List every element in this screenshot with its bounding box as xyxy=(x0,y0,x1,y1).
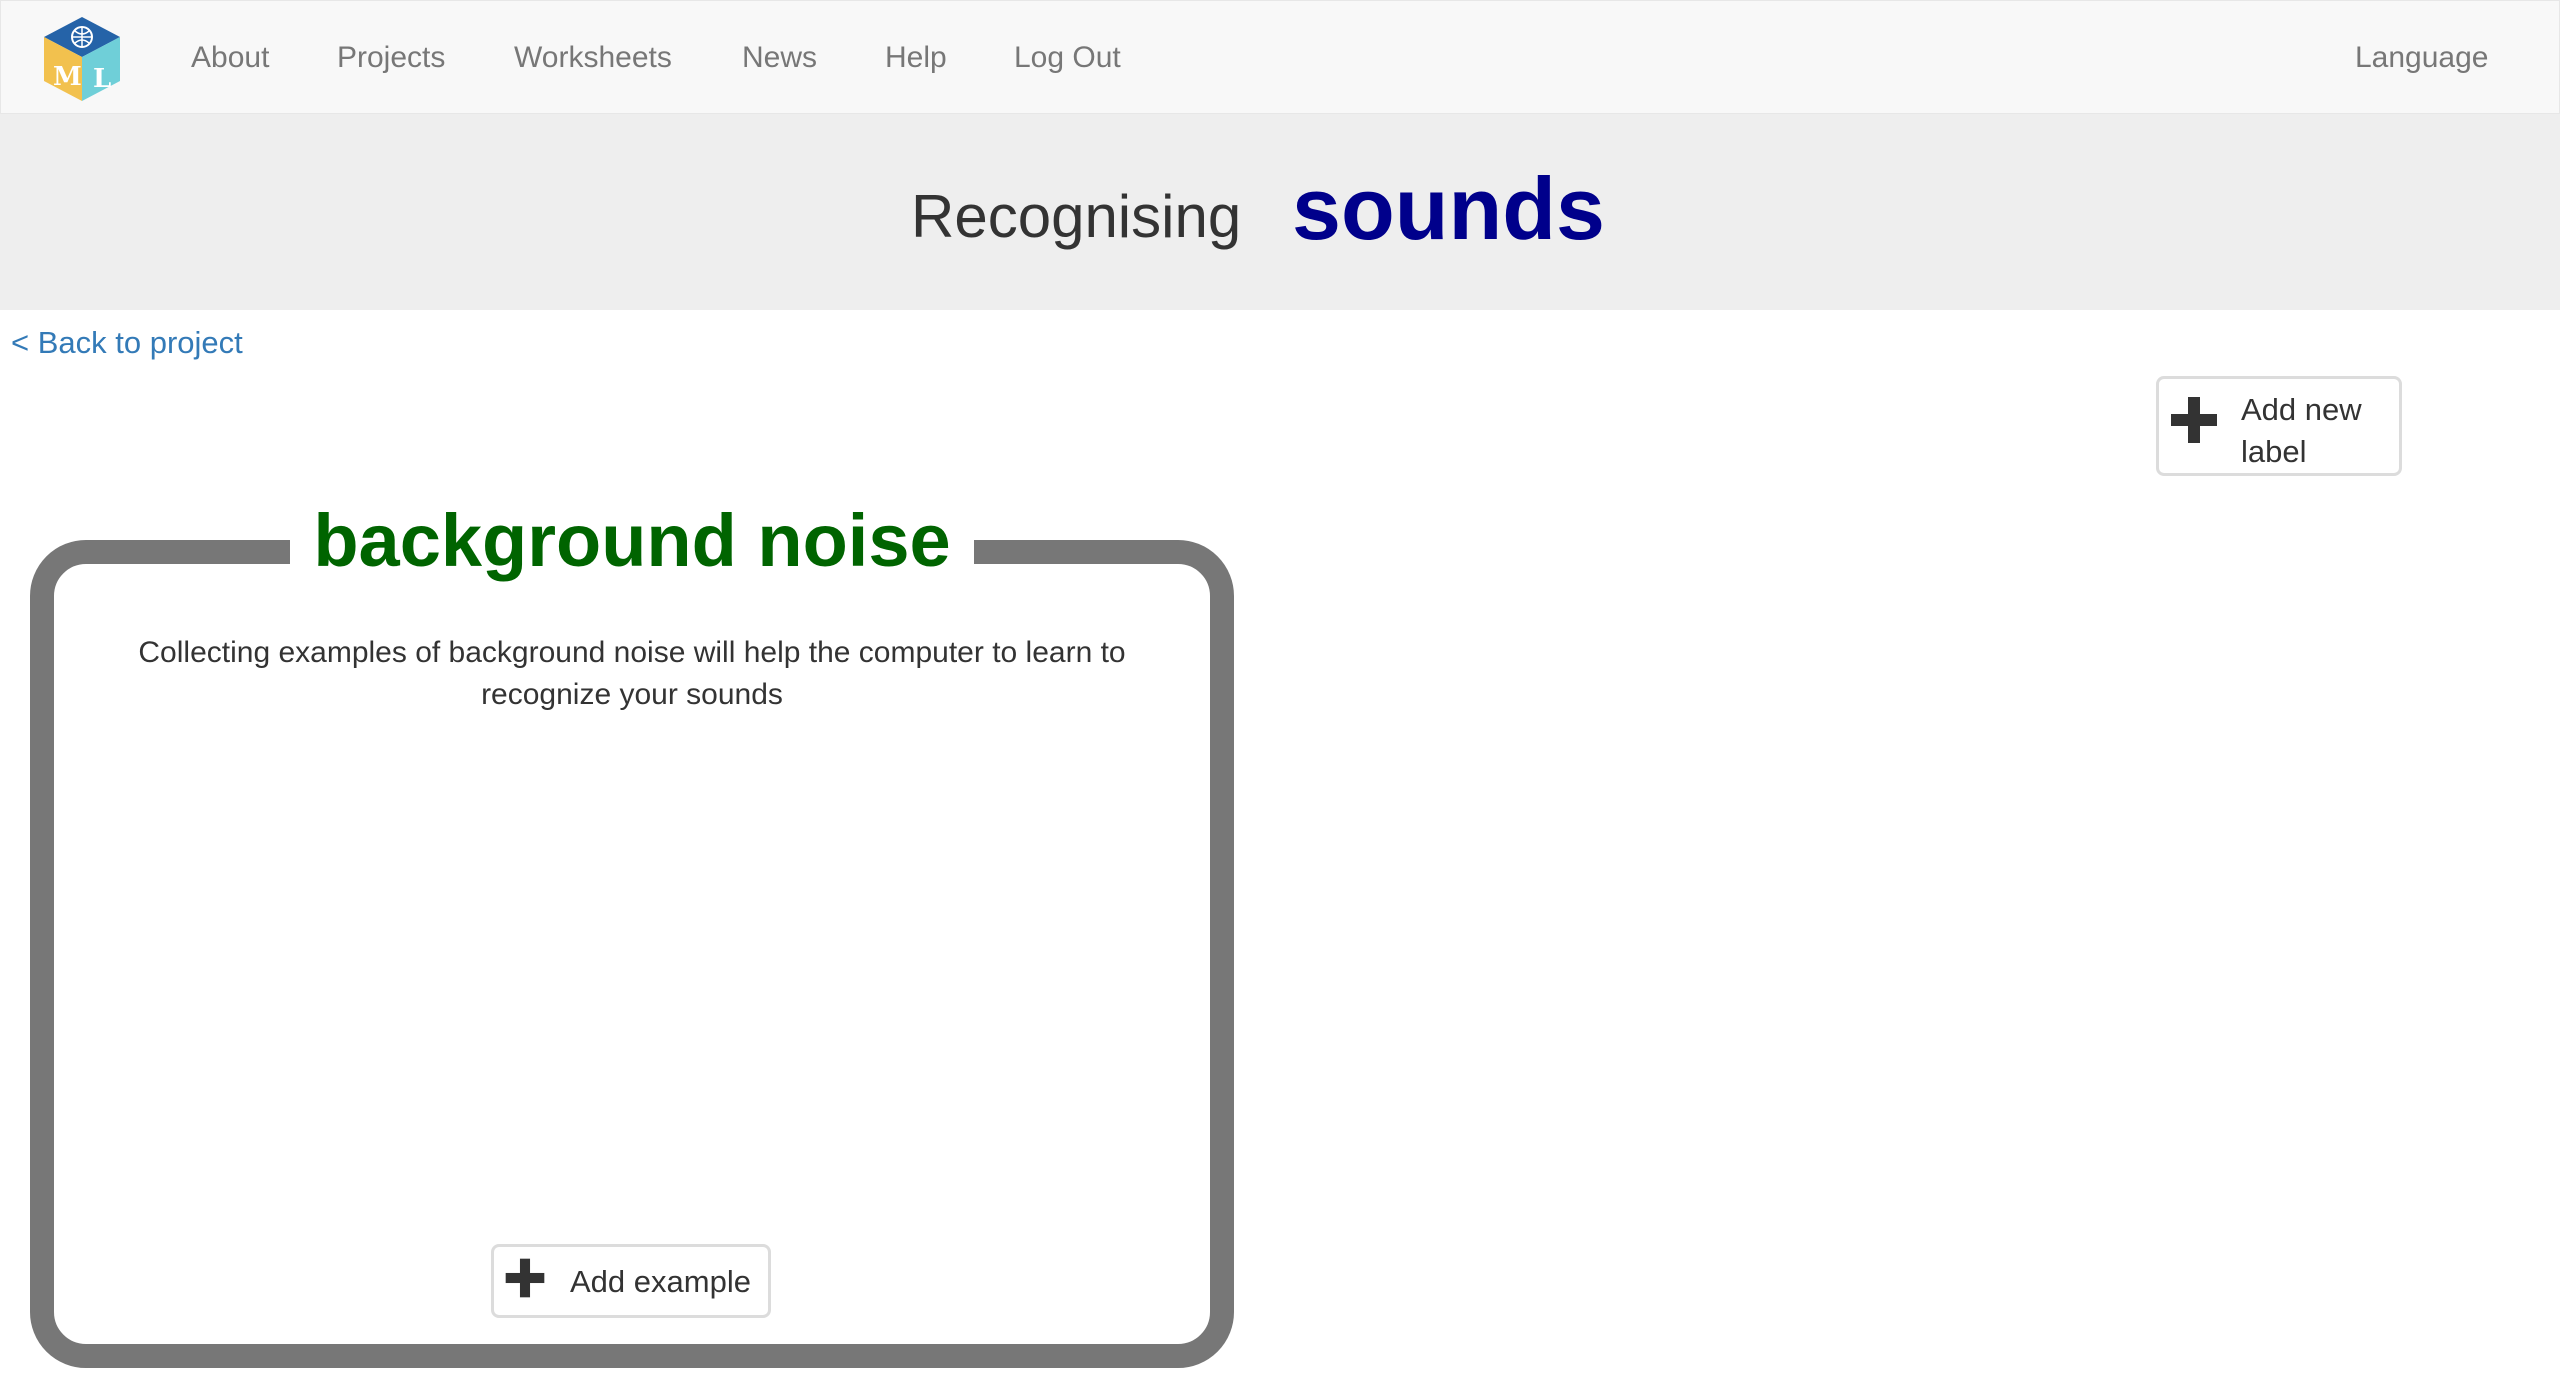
label-description: Collecting examples of background noise … xyxy=(138,636,1126,711)
nav-projects[interactable]: Projects xyxy=(337,1,445,113)
project-type: sounds xyxy=(1292,159,1605,258)
plus-icon xyxy=(2171,397,2217,443)
add-new-label-button[interactable]: Add new label xyxy=(2156,376,2402,476)
ml-logo-icon[interactable]: M L xyxy=(41,15,123,103)
nav-about[interactable]: About xyxy=(191,1,269,113)
plus-icon xyxy=(505,1258,545,1298)
add-example-button[interactable]: Add example xyxy=(491,1244,771,1318)
nav-language[interactable]: Language xyxy=(2355,1,2488,113)
svg-text:M: M xyxy=(53,62,82,92)
nav-log-out[interactable]: Log Out xyxy=(1014,1,1121,113)
add-new-label-text: Add new label xyxy=(2241,392,2362,469)
nav-help[interactable]: Help xyxy=(885,1,947,113)
nav-news[interactable]: News xyxy=(742,1,817,113)
nav-worksheets[interactable]: Worksheets xyxy=(514,1,672,113)
back-to-project-link[interactable]: < Back to project xyxy=(11,325,243,361)
top-navbar: M L About Projects Worksheets News Help … xyxy=(0,0,2560,114)
add-example-text: Add example xyxy=(570,1264,751,1299)
svg-text:L: L xyxy=(93,64,111,94)
page-title: Recognising xyxy=(911,183,1242,250)
page-header-banner: Recognising sounds xyxy=(0,114,2560,310)
label-title: background noise xyxy=(313,499,951,582)
